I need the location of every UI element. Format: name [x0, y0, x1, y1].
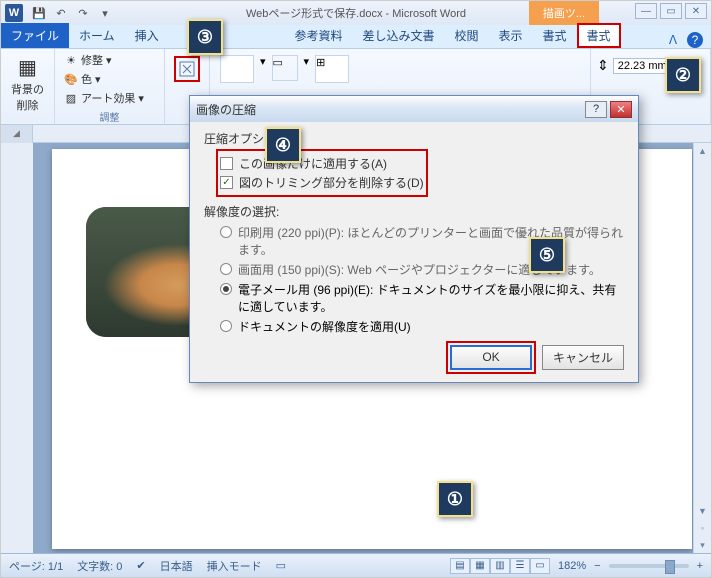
color-label: 色: [81, 71, 92, 87]
radio-email[interactable]: [220, 283, 232, 295]
radio-document-label: ドキュメントの解像度を適用(U): [238, 318, 411, 335]
minimize-ribbon-icon[interactable]: ᐱ: [665, 32, 681, 48]
document-title: Webページ形式で保存.docx - Microsoft Word: [246, 5, 466, 21]
tab-format-1[interactable]: 書式: [533, 23, 577, 48]
view-web[interactable]: ▥: [490, 558, 510, 574]
vertical-ruler: [1, 143, 33, 553]
tab-format-2[interactable]: 書式: [577, 23, 621, 48]
tab-view[interactable]: 表示: [488, 23, 532, 48]
undo-icon[interactable]: ↶: [53, 5, 69, 21]
dialog-close-button[interactable]: ✕: [610, 101, 632, 118]
tab-insert[interactable]: 挿入: [125, 23, 169, 48]
radio-email-label: 電子メール用 (96 ppi)(E): ドキュメントのサイズを最小限に抑え、共有…: [238, 281, 624, 315]
compress-pictures-button[interactable]: [174, 56, 200, 82]
remove-background-button[interactable]: ▦ 背景の 削除: [7, 51, 48, 115]
prev-page-icon[interactable]: ◦: [694, 520, 711, 536]
tab-reference[interactable]: 参考資料: [284, 23, 352, 48]
radio-print[interactable]: [220, 226, 232, 238]
save-icon[interactable]: 💾: [31, 5, 47, 21]
resolution-label: 解像度の選択:: [204, 203, 624, 220]
style-gallery-icon[interactable]: [220, 55, 254, 83]
callout-4: ④: [265, 127, 301, 163]
view-print-layout[interactable]: ▤: [450, 558, 470, 574]
tab-review[interactable]: 校閲: [444, 23, 488, 48]
delete-cropped-label: 図のトリミング部分を削除する(D): [239, 174, 424, 191]
art-label: アート効果: [81, 90, 135, 106]
radio-document[interactable]: [220, 320, 232, 332]
status-words[interactable]: 文字数: 0: [77, 558, 122, 574]
status-proof-icon[interactable]: ✔: [136, 559, 145, 572]
tab-home[interactable]: ホーム: [69, 23, 125, 48]
status-language[interactable]: 日本語: [160, 558, 193, 574]
apply-only-this-checkbox[interactable]: [220, 157, 233, 170]
art-icon: ▨: [64, 91, 78, 105]
ok-button[interactable]: OK: [450, 345, 532, 370]
next-page-icon[interactable]: ▾: [694, 537, 711, 553]
view-buttons: ▤ ▦ ▥ ☰ ▭: [450, 558, 550, 574]
quick-access-toolbar: 💾 ↶ ↷ ▾: [31, 5, 113, 21]
zoom-value[interactable]: 182%: [558, 560, 586, 572]
status-mode[interactable]: 挿入モード: [207, 558, 262, 574]
compress-pictures-dialog: 画像の圧縮 ? ✕ 圧縮オプション: この画像だけに適用する(A) ✓ 図のトリ…: [189, 95, 639, 383]
minimize-button[interactable]: —: [635, 3, 657, 19]
tab-file[interactable]: ファイル: [1, 23, 69, 48]
status-bar: ページ: 1/1 文字数: 0 ✔ 日本語 挿入モード ▭ ▤ ▦ ▥ ☰ ▭ …: [1, 553, 711, 577]
scroll-up-icon[interactable]: ▲: [694, 143, 711, 159]
callout-2: ②: [665, 57, 701, 93]
tab-mailings[interactable]: 差し込み文書: [352, 23, 444, 48]
compress-icon: [178, 60, 196, 78]
ribbon-tabs: ファイル ホーム 挿入 ページレイアウト 参考資料 差し込み文書 校閲 表示 書…: [1, 25, 711, 49]
redo-icon[interactable]: ↷: [75, 5, 91, 21]
radio-print-label: 印刷用 (220 ppi)(P): ほとんどのプリンターと画面で優れた品質が得ら…: [238, 224, 624, 258]
cancel-button[interactable]: キャンセル: [542, 345, 624, 370]
vertical-scrollbar[interactable]: ▲ ▼ ◦ ▾: [693, 143, 711, 553]
qat-more-icon[interactable]: ▾: [97, 5, 113, 21]
word-icon: W: [5, 4, 23, 22]
delete-cropped-checkbox[interactable]: ✓: [220, 176, 233, 189]
color-icon: 🎨: [64, 72, 78, 86]
scroll-down-icon[interactable]: ▼: [694, 503, 711, 519]
window-controls: — ▭ ✕: [635, 3, 707, 19]
corrections-label: 修整: [81, 52, 103, 68]
dialog-title-text: 画像の圧縮: [196, 101, 256, 118]
restore-button[interactable]: ▭: [660, 3, 682, 19]
view-outline[interactable]: ☰: [510, 558, 530, 574]
group-bg-remove: ▦ 背景の 削除: [1, 49, 55, 124]
callout-1: ①: [437, 481, 473, 517]
callout-5: ⑤: [529, 237, 565, 273]
dialog-titlebar[interactable]: 画像の圧縮 ? ✕: [190, 96, 638, 122]
view-draft[interactable]: ▭: [530, 558, 550, 574]
close-button[interactable]: ✕: [685, 3, 707, 19]
picture-layout-icon[interactable]: ⊞: [315, 55, 349, 83]
dialog-body: 圧縮オプション: この画像だけに適用する(A) ✓ 図のトリミング部分を削除する…: [190, 122, 638, 382]
callout-3: ③: [187, 19, 223, 55]
remove-background-label: 背景の 削除: [11, 81, 44, 113]
artistic-effects-button[interactable]: ▨アート効果 ▾: [61, 89, 158, 107]
picture-border-icon[interactable]: ▭: [272, 55, 298, 81]
height-value: 22.23 mm: [618, 60, 667, 72]
height-icon: ⇕: [597, 57, 609, 74]
remove-background-icon: ▦: [14, 53, 42, 81]
style-more-icon[interactable]: ▾: [260, 55, 266, 83]
group-adjust: ☀修整 ▾ 🎨色 ▾ ▨アート効果 ▾ 調整: [55, 49, 165, 124]
group-adjust-label: 調整: [61, 107, 158, 124]
zoom-out-button[interactable]: −: [594, 560, 600, 572]
picture-effects-icon[interactable]: ▾: [304, 55, 310, 83]
help-icon[interactable]: ?: [687, 32, 703, 48]
title-bar: W 💾 ↶ ↷ ▾ Webページ形式で保存.docx - Microsoft W…: [1, 1, 711, 25]
apply-only-this-label: この画像だけに適用する(A): [239, 155, 387, 172]
status-page[interactable]: ページ: 1/1: [9, 558, 63, 574]
zoom-in-button[interactable]: +: [697, 560, 703, 572]
contextual-tab-label: 描画ツ...: [529, 1, 599, 25]
radio-screen[interactable]: [220, 263, 232, 275]
corrections-icon: ☀: [64, 53, 78, 67]
dialog-help-button[interactable]: ?: [585, 101, 607, 118]
view-fullscreen[interactable]: ▦: [470, 558, 490, 574]
corrections-button[interactable]: ☀修整 ▾: [61, 51, 158, 69]
color-button[interactable]: 🎨色 ▾: [61, 70, 158, 88]
zoom-slider[interactable]: [609, 564, 689, 568]
ruler-corner: ◢: [1, 125, 33, 143]
status-macro-icon[interactable]: ▭: [276, 559, 286, 572]
